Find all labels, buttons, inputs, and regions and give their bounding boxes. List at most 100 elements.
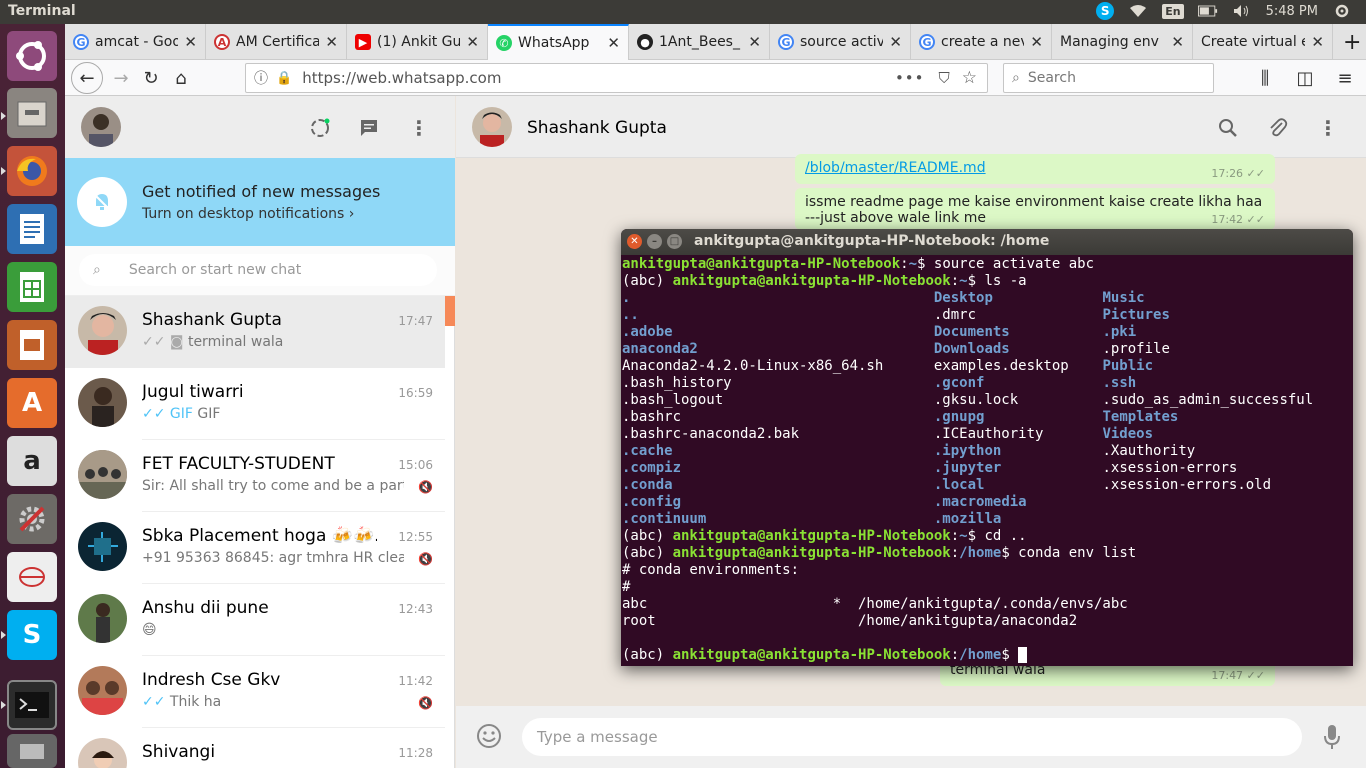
amazon-icon[interactable]: a [7,436,57,486]
message-bubble[interactable]: issme readme page me kaise environment k… [795,188,1275,230]
search-messages-icon[interactable] [1216,116,1240,140]
terminal-icon[interactable] [7,680,57,730]
home-button[interactable]: ⌂ [167,64,195,92]
search-box[interactable]: ⌕ Search [1003,63,1214,93]
bell-off-icon [77,177,127,227]
tab-create-env[interactable]: G create a nev ✕ [911,24,1052,60]
page-actions-icon[interactable]: ••• [895,69,925,87]
muted-icon: 🔇 [418,480,433,494]
close-window-icon[interactable]: ✕ [627,234,642,249]
trash-icon[interactable] [7,734,57,768]
battery-icon[interactable] [1197,2,1218,20]
message-link[interactable]: /blob/master/README.md [805,160,986,176]
new-tab-button[interactable]: + [1335,24,1366,60]
menu-icon[interactable]: ≡ [1331,64,1359,92]
chat-item-indresh-cse-gkv[interactable]: Indresh Cse Gkv 11:42 ✓✓ Thik ha 🔇 [65,656,445,728]
chat-name: Shivangi [142,742,216,762]
pocket-icon[interactable]: ⛉ [938,69,949,87]
url-bar[interactable]: ⓘ 🔒 https://web.whatsapp.com ••• ⛉ ☆ [245,63,988,93]
message-time: 17:47 ✓✓ [1211,669,1265,682]
notification-banner[interactable]: Get notified of new messages Turn on des… [65,158,455,246]
system-settings-icon[interactable] [7,494,57,544]
chat-preview: ✓✓ GIF GIF [142,406,407,422]
close-tab-icon[interactable]: ✕ [889,33,902,51]
back-button[interactable]: ← [71,62,103,94]
libreoffice-calc-icon[interactable] [7,262,57,312]
close-tab-icon[interactable]: ✕ [1171,33,1184,51]
ubuntu-software-icon[interactable]: A [7,378,57,428]
reload-button[interactable]: ↻ [137,64,165,92]
chat-item-shashank-gupta[interactable]: Shashank Gupta 17:47 ✓✓ ◙ terminal wala [65,296,445,368]
close-tab-icon[interactable]: ✕ [1030,33,1043,51]
running-indicator [1,112,6,120]
menu-kebab-icon[interactable]: ⋮ [407,116,431,140]
info-icon[interactable]: ⓘ [254,68,268,88]
chat-time: 16:59 [398,386,433,400]
terminal-output[interactable]: ankitgupta@ankitgupta-HP-Notebook:~$ sou… [622,256,1313,664]
document-viewer-icon[interactable] [7,552,57,602]
message-input[interactable]: Type a message [522,718,1302,756]
lock-icon: 🔒 [276,70,293,86]
menu-kebab-icon[interactable]: ⋮ [1316,116,1340,140]
browser-nav-bar: ← → ↻ ⌂ ⓘ 🔒 https://web.whatsapp.com •••… [65,60,1366,96]
avatar [78,738,127,768]
tab-title: (1) Ankit Gu [377,34,461,50]
library-icon[interactable]: ⫼ [1251,64,1279,92]
keyboard-layout-indicator[interactable]: En [1162,3,1184,19]
tab-title: 1Ant_Bees_ [659,34,740,50]
tab-amcat[interactable]: G amcat - Goo ✕ [65,24,206,60]
power-gear-icon[interactable] [1332,2,1352,20]
tab-youtube[interactable]: ▶ (1) Ankit Gu ✕ [347,24,488,60]
clock[interactable]: 5:48 PM [1266,4,1318,19]
chat-item-fet-faculty-student[interactable]: FET FACULTY-STUDENT 15:06 Sir: All shall… [65,440,445,512]
microphone-icon[interactable] [1323,724,1341,754]
minimize-window-icon[interactable]: – [647,234,662,249]
skype-tray-icon[interactable]: S [1096,2,1115,20]
tab-source-activate[interactable]: G source activ ✕ [770,24,911,60]
message-composer: Type a message [456,706,1366,768]
contact-name[interactable]: Shashank Gupta [527,118,667,138]
chat-list-scrollbar[interactable] [445,296,455,326]
tab-github[interactable]: ● 1Ant_Bees_ ✕ [629,24,770,60]
emoji-icon[interactable] [476,723,502,753]
close-tab-icon[interactable]: ✕ [466,33,479,51]
chat-item-shivangi[interactable]: Shivangi 11:28 [65,728,445,768]
wifi-icon[interactable] [1128,2,1148,20]
bookmark-star-icon[interactable]: ☆ [962,68,977,88]
new-chat-icon[interactable] [357,116,381,140]
search-chat-input[interactable]: ⌕ Search or start new chat [79,254,437,286]
chat-item-sbka-placement[interactable]: Sbka Placement hoga 🍻🍻... 12:55 +91 9536… [65,512,445,584]
my-avatar[interactable] [81,107,121,147]
tab-title: amcat - Goo [95,34,179,50]
attach-icon[interactable] [1266,116,1290,140]
terminal-titlebar[interactable]: ✕ – □ ankitgupta@ankitgupta-HP-Notebook:… [621,229,1353,255]
status-icon[interactable] [308,116,332,140]
tab-create-virtual-env[interactable]: Create virtual e ✕ [1193,24,1333,60]
libreoffice-writer-icon[interactable] [7,204,57,254]
volume-icon[interactable] [1232,2,1252,20]
close-tab-icon[interactable]: ✕ [748,33,761,51]
close-tab-icon[interactable]: ✕ [1311,33,1324,51]
close-tab-icon[interactable]: ✕ [607,34,620,52]
chat-item-jugul-tiwarri[interactable]: Jugul tiwarri 16:59 ✓✓ GIF GIF [65,368,445,440]
maximize-window-icon[interactable]: □ [667,234,682,249]
sidebar-icon[interactable]: ◫ [1291,64,1319,92]
system-tray: S En 5:48 PM [1096,2,1352,20]
close-tab-icon[interactable]: ✕ [184,33,197,51]
close-tab-icon[interactable]: ✕ [325,33,338,51]
terminal-window[interactable]: ✕ – □ ankitgupta@ankitgupta-HP-Notebook:… [621,229,1353,666]
notify-link[interactable]: Turn on desktop notifications › [142,206,354,222]
avatar [78,666,127,715]
message-bubble[interactable]: /blob/master/README.md 17:26 ✓✓ [795,154,1275,184]
firefox-icon[interactable] [7,146,57,196]
skype-icon[interactable]: S [7,610,57,660]
tab-managing-env[interactable]: Managing env ✕ [1052,24,1193,60]
files-icon[interactable] [7,88,57,138]
forward-button[interactable]: → [107,64,135,92]
tab-whatsapp[interactable]: ✆ WhatsApp ✕ [488,24,629,60]
libreoffice-impress-icon[interactable] [7,320,57,370]
chat-item-anshu-dii-pune[interactable]: Anshu dii pune 12:43 😄 [65,584,445,656]
tab-am-certification[interactable]: A AM Certifica ✕ [206,24,347,60]
ubuntu-dash-icon[interactable] [7,31,57,81]
contact-avatar[interactable] [472,107,512,147]
